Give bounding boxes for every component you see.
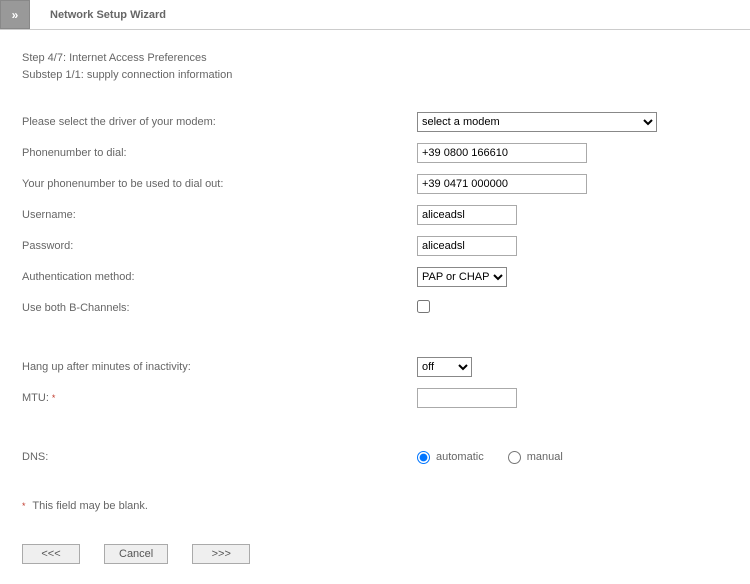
- username-input[interactable]: [417, 205, 517, 225]
- back-button[interactable]: <<<: [22, 544, 80, 564]
- dns-label: DNS:: [22, 451, 417, 463]
- blank-marker-icon: *: [22, 501, 26, 511]
- blank-footnote: * This field may be blank.: [22, 500, 730, 512]
- dns-auto-radio[interactable]: [417, 451, 430, 464]
- wizard-buttons: <<< Cancel >>>: [22, 544, 730, 564]
- wizard-content: Step 4/7: Internet Access Preferences Su…: [0, 30, 750, 584]
- header-bar: » Network Setup Wizard: [0, 0, 750, 30]
- password-label: Password:: [22, 240, 417, 252]
- username-label: Username:: [22, 209, 417, 221]
- dns-manual-label: manual: [527, 451, 563, 463]
- hangup-label: Hang up after minutes of inactivity:: [22, 361, 417, 373]
- password-input[interactable]: [417, 236, 517, 256]
- phone-out-label: Your phonenumber to be used to dial out:: [22, 178, 417, 190]
- cancel-button[interactable]: Cancel: [104, 544, 168, 564]
- bchannels-label: Use both B-Channels:: [22, 302, 417, 314]
- mtu-input[interactable]: [417, 388, 517, 408]
- substep-line: Substep 1/1: supply connection informati…: [22, 67, 730, 84]
- step-info: Step 4/7: Internet Access Preferences Su…: [22, 50, 730, 83]
- modem-select[interactable]: select a modem: [417, 112, 657, 132]
- blank-marker-icon: *: [52, 393, 56, 403]
- dns-manual-radio[interactable]: [508, 451, 521, 464]
- next-button[interactable]: >>>: [192, 544, 250, 564]
- mtu-label: MTU:*: [22, 392, 417, 404]
- phone-dial-input[interactable]: [417, 143, 587, 163]
- step-line: Step 4/7: Internet Access Preferences: [22, 50, 730, 67]
- auth-method-select[interactable]: PAP or CHAP: [417, 267, 507, 287]
- hangup-select[interactable]: off: [417, 357, 472, 377]
- page-title: Network Setup Wizard: [30, 0, 166, 29]
- phone-out-input[interactable]: [417, 174, 587, 194]
- dns-auto-label: automatic: [436, 451, 484, 463]
- auth-method-label: Authentication method:: [22, 271, 417, 283]
- expand-sidebar-button[interactable]: »: [0, 0, 30, 29]
- modem-label: Please select the driver of your modem:: [22, 116, 417, 128]
- bchannels-checkbox[interactable]: [417, 300, 430, 313]
- phone-dial-label: Phonenumber to dial:: [22, 147, 417, 159]
